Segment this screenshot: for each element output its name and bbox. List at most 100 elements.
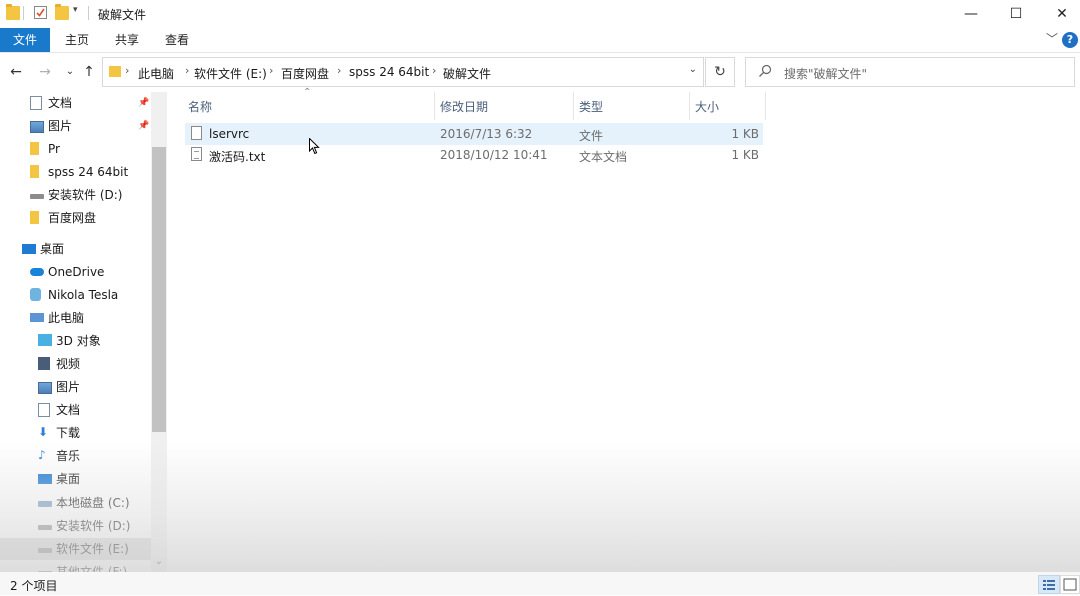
sidebar-item-label: 其他文件 (F:) xyxy=(56,565,128,572)
new-folder-icon[interactable] xyxy=(55,4,69,20)
tab-share[interactable]: 共享 xyxy=(104,28,150,52)
sidebar-item-label: Nikola Tesla xyxy=(48,288,119,302)
system-drive-icon xyxy=(38,501,52,507)
sidebar-item[interactable]: 图片 📌 xyxy=(0,115,151,137)
folder-icon xyxy=(109,66,121,77)
sidebar-item[interactable]: 安装软件 (D:) xyxy=(0,515,151,537)
sidebar-item[interactable]: Pr xyxy=(0,138,151,160)
up-arrow-icon[interactable]: ↑ xyxy=(79,62,99,82)
chevron-right-icon[interactable]: › xyxy=(185,64,189,77)
large-icons-view-button[interactable] xyxy=(1060,575,1080,594)
pin-icon: 📌 xyxy=(138,98,150,108)
file-modified: 2018/10/12 10:41 xyxy=(440,148,548,162)
scrollbar-thumb[interactable] xyxy=(152,147,166,432)
help-icon[interactable]: ? xyxy=(1062,32,1078,48)
refresh-button[interactable]: ↻ xyxy=(705,57,735,87)
details-view-button[interactable] xyxy=(1038,575,1060,594)
sidebar-item-label: OneDrive xyxy=(48,265,105,279)
sidebar-item[interactable]: 3D 对象 xyxy=(0,330,151,352)
sidebar-item-label: 文档 xyxy=(56,403,81,417)
desktop-icon xyxy=(22,244,36,254)
column-divider[interactable] xyxy=(573,92,574,120)
sidebar-item[interactable]: 文档 xyxy=(0,399,151,421)
chevron-right-icon[interactable]: › xyxy=(269,64,273,77)
sidebar-item[interactable]: 桌面 xyxy=(0,238,151,260)
chevron-right-icon[interactable]: › xyxy=(337,64,341,77)
drive-icon xyxy=(30,194,44,199)
properties-icon[interactable] xyxy=(34,6,47,19)
address-history-chevron-icon[interactable]: ⌄ xyxy=(689,64,697,75)
sidebar-item[interactable]: 软件文件 (E:) xyxy=(0,538,151,560)
folder-icon xyxy=(6,4,20,20)
column-divider[interactable] xyxy=(434,92,435,120)
search-icon xyxy=(759,64,772,77)
file-type: 文件 xyxy=(579,129,604,143)
tab-file[interactable]: 文件 xyxy=(0,28,50,52)
expand-ribbon-chevron-icon[interactable]: ﹀ xyxy=(1046,30,1058,47)
file-row[interactable]: 激活码.txt 2018/10/12 10:41 文本文档 1 KB xyxy=(185,144,763,166)
customize-toolbar-chevron-icon[interactable]: ▾ xyxy=(73,5,87,19)
sidebar-item[interactable]: Nikola Tesla xyxy=(0,284,151,306)
document-icon xyxy=(38,403,50,417)
drive-icon xyxy=(38,525,52,530)
mouse-cursor-icon xyxy=(309,138,320,155)
sidebar-item[interactable]: spss 24 64bit xyxy=(0,161,151,183)
sidebar-item[interactable]: ♪ 音乐 xyxy=(0,445,151,467)
tab-view[interactable]: 查看 xyxy=(154,28,200,52)
item-count: 2 个项目 xyxy=(10,579,58,593)
column-divider[interactable] xyxy=(765,92,766,120)
file-name: lservrc xyxy=(209,127,250,141)
breadcrumb-drive-e[interactable]: 软件文件 (E:) xyxy=(194,65,267,82)
window-title: 破解文件 xyxy=(98,8,147,22)
picture-icon xyxy=(30,121,44,133)
sidebar-item[interactable]: 文档 📌 xyxy=(0,92,151,114)
column-header-type[interactable]: 类型 xyxy=(579,98,603,114)
forward-arrow-icon[interactable]: → xyxy=(35,62,55,82)
sidebar-item[interactable]: 安装软件 (D:) xyxy=(0,184,151,206)
breadcrumb-current[interactable]: 破解文件 xyxy=(443,65,491,82)
breadcrumb-baidu[interactable]: 百度网盘 xyxy=(281,65,329,82)
maximize-button[interactable]: ☐ xyxy=(993,0,1039,28)
sidebar-item[interactable]: 视频 xyxy=(0,353,151,375)
drive-icon xyxy=(38,548,52,553)
sidebar-item[interactable]: 本地磁盘 (C:) xyxy=(0,492,151,514)
status-bar: 2 个项目 xyxy=(0,572,1080,595)
sidebar-item[interactable]: ⬇ 下载 xyxy=(0,422,151,444)
sidebar-item-label: 3D 对象 xyxy=(56,334,101,348)
navigation-bar: ← → ⌄ ↑ › 此电脑 › 软件文件 (E:) › 百度网盘 › spss … xyxy=(0,52,1080,92)
sidebar-item-label: 下载 xyxy=(56,426,81,440)
breadcrumb-this-pc[interactable]: 此电脑 xyxy=(138,65,174,82)
chevron-right-icon[interactable]: › xyxy=(125,64,129,77)
document-icon xyxy=(30,96,42,110)
address-bar[interactable]: › 此电脑 › 软件文件 (E:) › 百度网盘 › spss 24 64bit… xyxy=(102,57,704,87)
sidebar-item[interactable]: 桌面 xyxy=(0,468,151,490)
recent-locations-chevron-icon[interactable]: ⌄ xyxy=(60,62,80,82)
sidebar-item-label: 软件文件 (E:) xyxy=(56,542,129,556)
user-icon xyxy=(30,288,41,301)
file-row[interactable]: lservrc 2016/7/13 6:32 文件 1 KB xyxy=(185,123,763,145)
column-divider[interactable] xyxy=(689,92,690,120)
navigation-pane: 文档 📌 图片 📌 Pr spss 24 64bit 安装软件 (D:) 百度网盘 桌面 OneD… xyxy=(0,92,167,572)
column-header-name[interactable]: 名称 xyxy=(188,98,212,114)
column-header-size[interactable]: 大小 xyxy=(695,98,719,114)
sidebar-item[interactable]: 此电脑 xyxy=(0,307,151,329)
column-header-modified[interactable]: 修改日期 xyxy=(440,98,488,114)
breadcrumb-spss[interactable]: spss 24 64bit xyxy=(349,65,429,79)
cloud-icon xyxy=(30,268,44,276)
divider xyxy=(23,6,24,20)
sidebar-item[interactable]: 图片 xyxy=(0,376,151,398)
minimize-button[interactable]: — xyxy=(948,0,994,28)
scroll-down-chevron-icon[interactable]: ⌄ xyxy=(151,554,167,570)
search-input[interactable]: 搜索"破解文件" xyxy=(745,57,1075,87)
search-placeholder: 搜索"破解文件" xyxy=(784,67,868,81)
sidebar-item[interactable]: OneDrive xyxy=(0,261,151,283)
file-size: 1 KB xyxy=(731,148,759,162)
chevron-right-icon[interactable]: › xyxy=(432,64,436,77)
file-name: 激活码.txt xyxy=(209,150,266,164)
tab-home[interactable]: 主页 xyxy=(54,28,100,52)
refresh-icon: ↻ xyxy=(714,64,726,80)
sidebar-item[interactable]: 百度网盘 xyxy=(0,207,151,229)
sidebar-item[interactable]: 其他文件 (F:) xyxy=(0,561,151,572)
back-arrow-icon[interactable]: ← xyxy=(6,62,26,82)
close-button[interactable]: ✕ xyxy=(1039,0,1080,28)
